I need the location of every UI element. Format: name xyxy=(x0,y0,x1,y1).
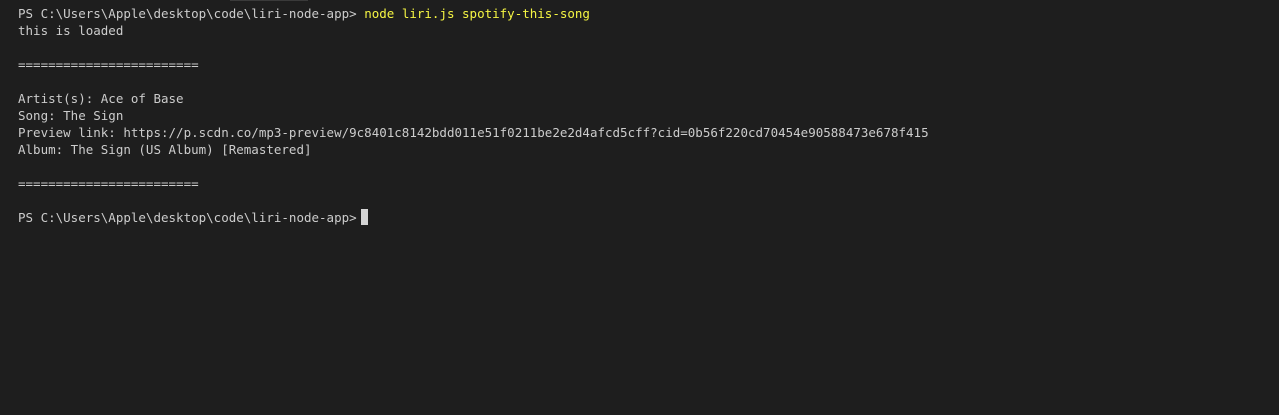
output-separator-top: ======================== xyxy=(18,57,199,72)
output-separator-bottom: ======================== xyxy=(18,176,199,191)
output-song: Song: The Sign xyxy=(18,108,124,123)
executed-command: node liri.js spotify-this-song xyxy=(364,6,590,21)
text-cursor[interactable] xyxy=(360,209,368,225)
output-album: Album: The Sign (US Album) [Remastered] xyxy=(18,142,312,157)
output-preview-link: Preview link: https://p.scdn.co/mp3-prev… xyxy=(18,125,929,140)
terminal-panel[interactable]: PS C:\Users\Apple\desktop\code\liri-node… xyxy=(0,0,1279,415)
terminal-prompt: PS C:\Users\Apple\desktop\code\liri-node… xyxy=(18,210,357,225)
output-loaded-message: this is loaded xyxy=(18,23,124,38)
input-line[interactable]: PS C:\Users\Apple\desktop\code\liri-node… xyxy=(18,209,1279,226)
command-line: PS C:\Users\Apple\desktop\code\liri-node… xyxy=(18,5,1279,22)
output-artist: Artist(s): Ace of Base xyxy=(18,91,184,106)
terminal-top-divider xyxy=(230,0,308,1)
terminal-prompt: PS C:\Users\Apple\desktop\code\liri-node… xyxy=(18,6,357,21)
